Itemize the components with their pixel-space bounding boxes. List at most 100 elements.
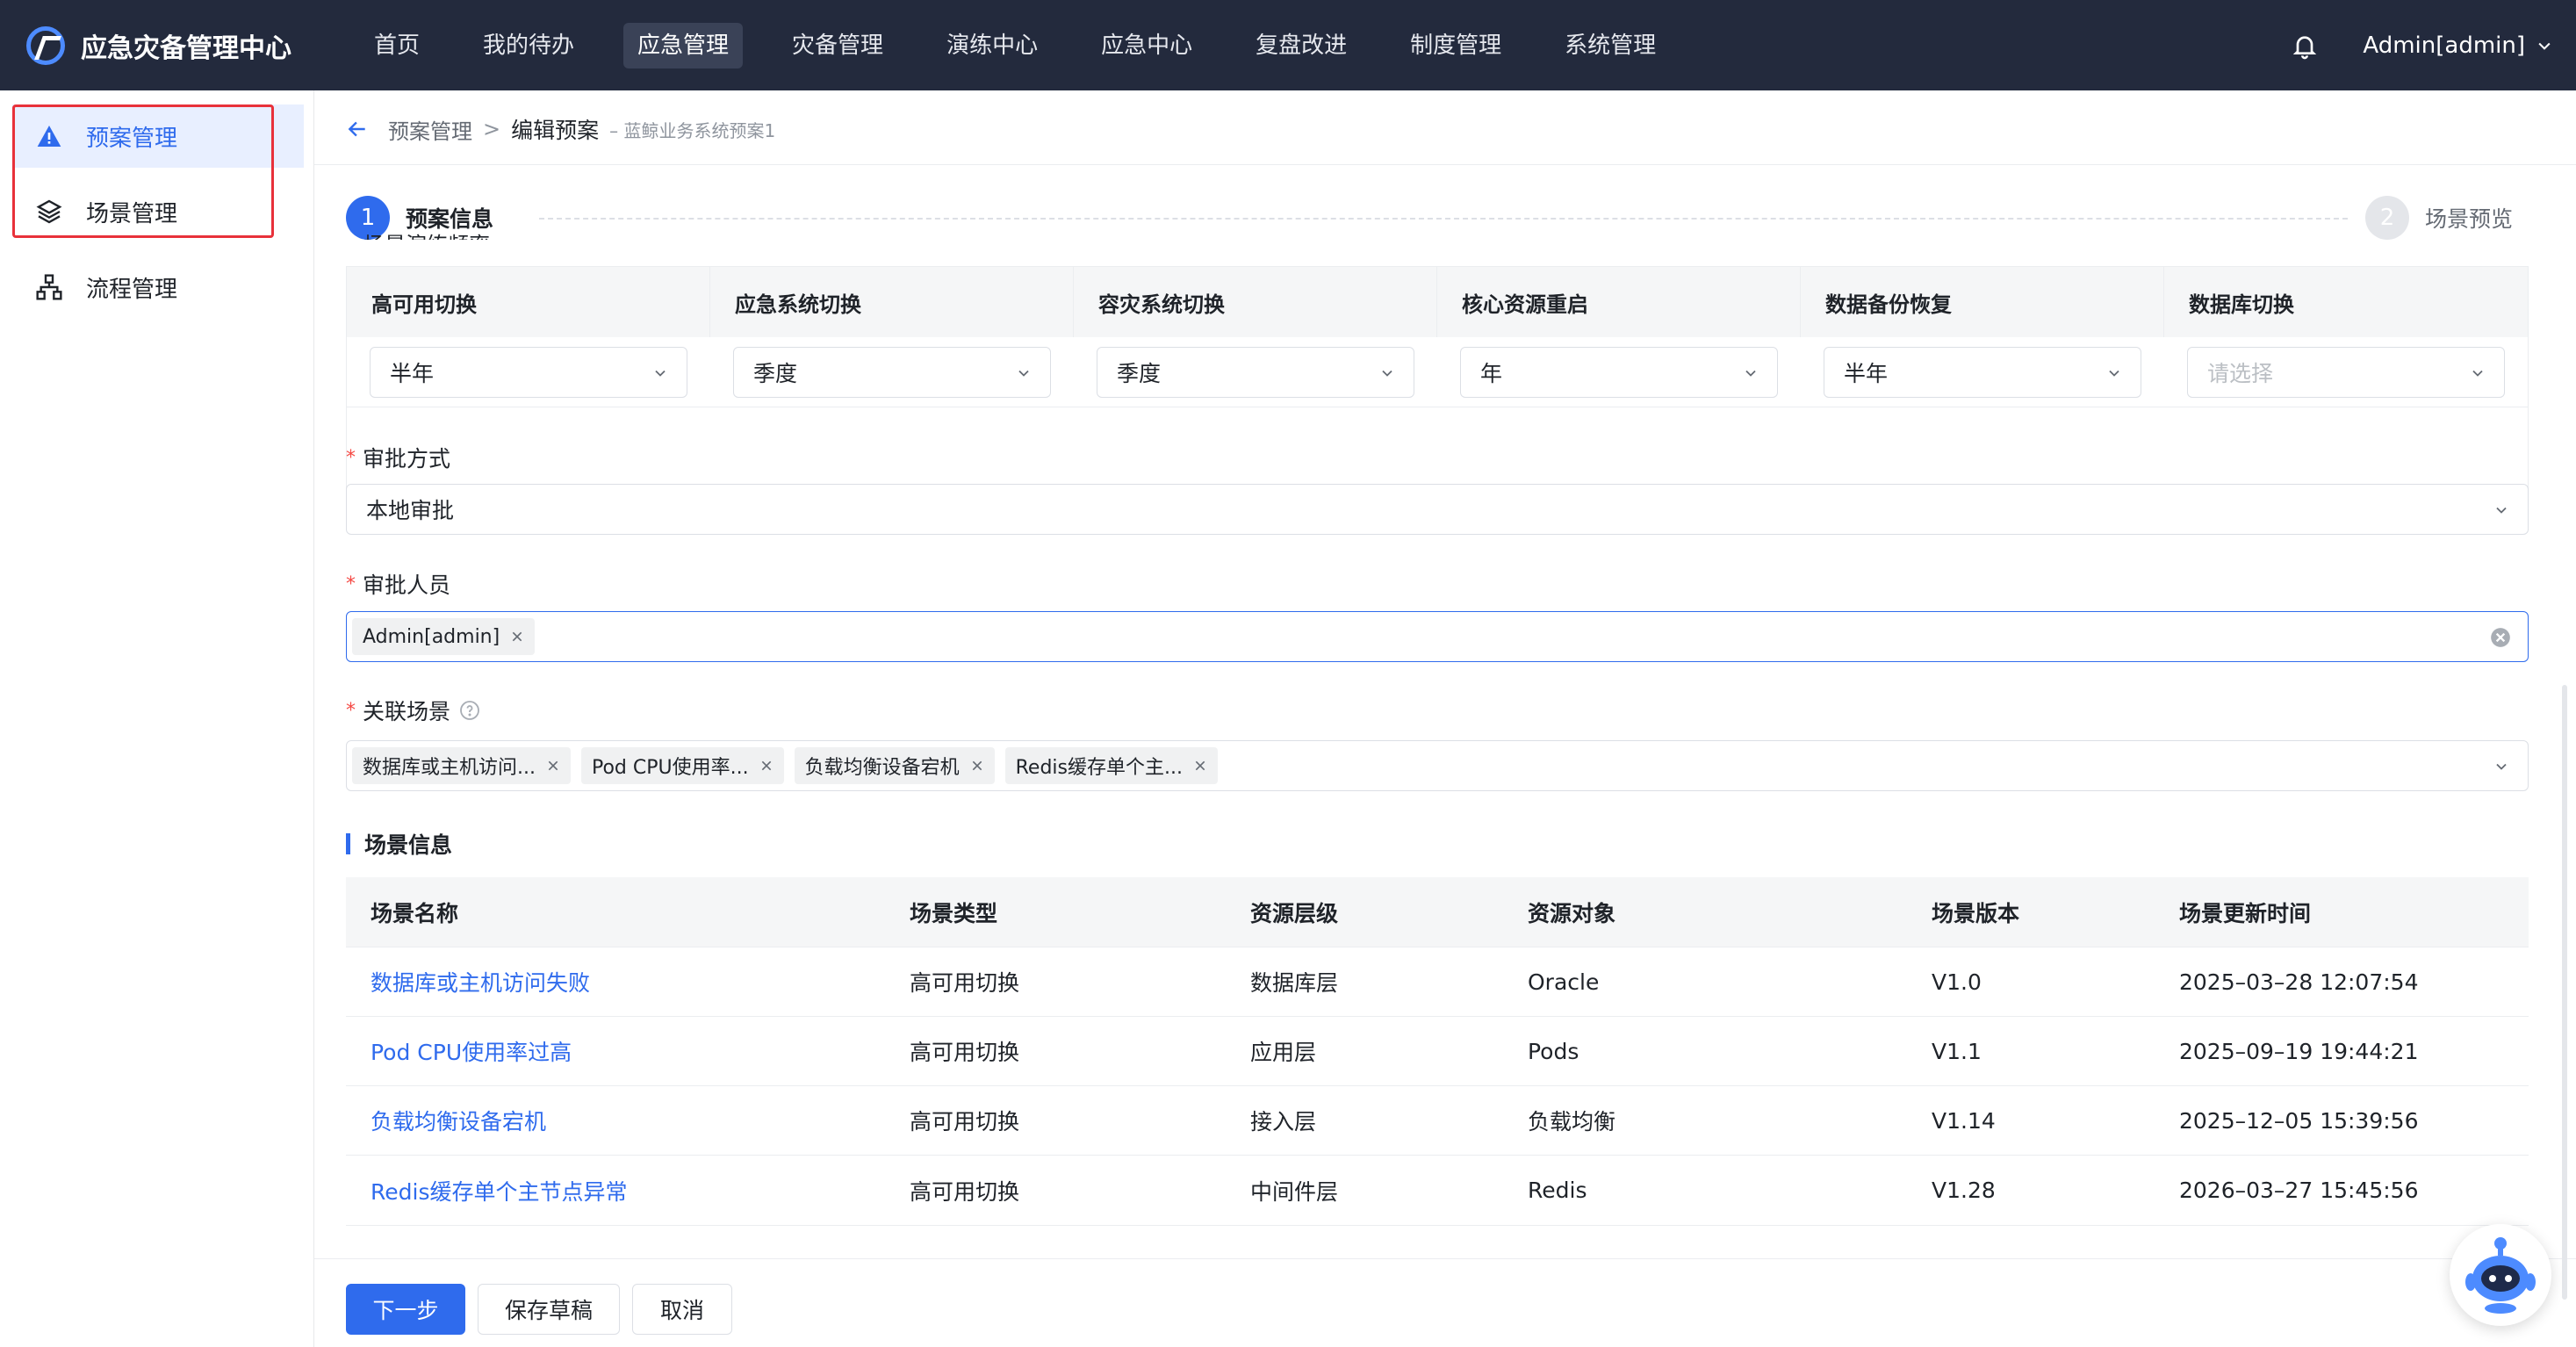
robot-icon [2465,1237,2536,1314]
table-header-row: 场景名称 场景类型 资源层级 资源对象 场景版本 场景更新时间 [346,877,2529,947]
warning-icon [37,126,61,147]
help-icon[interactable] [459,700,480,721]
user-menu[interactable]: Admin[admin] [2363,32,2553,59]
breadcrumb-separator: > [483,117,501,141]
chevron-down-icon [1382,370,1392,377]
table-row: 负载均衡设备宕机 高可用切换 接入层 负载均衡 V1.14 2025–12–05… [346,1086,2529,1156]
scrollbar[interactable] [2562,685,2567,1300]
step-scene-preview[interactable]: 2 场景预览 [2365,196,2513,240]
layers-icon [36,199,62,224]
required-mark: * [346,573,356,595]
sidebar-item-label: 预案管理 [86,125,178,152]
approvers-label: * 审批人员 [346,573,451,598]
app-logo[interactable]: 应急灾备管理中心 [0,25,360,65]
nav-item-todo[interactable]: 我的待办 [469,23,588,68]
close-icon[interactable] [970,759,984,773]
section-bar [346,833,350,854]
nav-item-emergency-management[interactable]: 应急管理 [623,22,744,68]
column-header: 容灾系统切换 [1074,267,1437,337]
column-header: 应急系统切换 [710,267,1074,337]
next-step-button[interactable]: 下一步 [346,1284,465,1335]
column-header: 数据库切换 [2189,292,2294,317]
section-title-scene-info: 场景信息 [346,828,452,860]
related-scenes-select[interactable]: 数据库或主机访问... Pod CPU使用率... 负载均衡设备宕机 Redis… [346,740,2529,791]
sidebar-item-plan-management[interactable]: 预案管理 [12,104,304,168]
save-draft-button[interactable]: 保存草稿 [478,1284,620,1335]
scene-tag: 负载均衡设备宕机 [794,747,995,784]
logo-icon [26,25,65,65]
step-connector [539,218,2348,220]
breadcrumb-parent[interactable]: 预案管理 [388,114,472,145]
nav-item-system[interactable]: 系统管理 [1551,23,1670,68]
table-row: Redis缓存单个主节点异常 高可用切换 中间件层 Redis V1.28 20… [346,1156,2529,1225]
scene-name-link[interactable]: 负载均衡设备宕机 [371,1109,546,1135]
table-cell: V1.28 [1932,1178,1996,1203]
assistant-robot-button[interactable] [2450,1224,2551,1326]
table-cell: 数据库层 [1250,970,1339,996]
frequency-select-dr-switch[interactable]: 季度 [1097,346,1414,398]
nav-item-drill-center[interactable]: 演练中心 [932,23,1052,68]
column-header: 核心资源重启 [1437,267,1801,337]
top-bar: 应急灾备管理中心 首页 我的待办 应急管理 灾备管理 演练中心 应急中心 复盘改… [0,0,2576,90]
scene-name-link[interactable]: 数据库或主机访问失败 [371,970,590,996]
table-cell: V1.0 [1932,969,1982,995]
table-cell: Pods [1528,1038,1579,1064]
table-cell: 2025–03–28 12:07:54 [2179,969,2419,995]
nav-item-disaster-recovery[interactable]: 灾备管理 [778,23,897,68]
frequency-select-db-switch[interactable]: 请选择 [2187,346,2505,398]
column-header: 资源层级 [1250,900,1339,926]
close-icon[interactable] [546,759,560,773]
table-row: 数据库或主机访问失败 高可用切换 数据库层 Oracle V1.0 2025–0… [346,947,2529,1017]
nav-item-home[interactable]: 首页 [360,23,434,68]
column-header: 高可用切换 [347,267,710,337]
bell-icon[interactable] [2291,32,2319,60]
step-label: 场景预览 [2425,206,2514,232]
required-mark: * [346,446,356,469]
nav-item-policy[interactable]: 制度管理 [1396,23,1515,68]
breadcrumb-current: 编辑预案 [511,118,600,143]
back-arrow-icon[interactable] [346,118,369,140]
frequency-label: 场景演练频率 [363,227,490,240]
scene-name-link[interactable]: Redis缓存单个主节点异常 [371,1179,627,1205]
sidebar-item-label: 场景管理 [86,200,178,227]
cancel-button[interactable]: 取消 [632,1284,732,1335]
frequency-select-core-restart[interactable]: 年 [1460,346,1778,398]
scene-name-link[interactable]: Pod CPU使用率过高 [371,1040,572,1065]
chevron-down-icon [2472,370,2483,377]
table-cell: V1.1 [1932,1038,1982,1064]
frequency-select-emergency-switch[interactable]: 季度 [733,346,1051,398]
approvers-select[interactable]: Admin[admin] [346,611,2529,662]
table-cell: 高可用切换 [910,1040,1020,1065]
breadcrumb-subtitle: – 蓝鲸业务系统预案1 [609,119,776,141]
clear-icon[interactable] [2489,626,2512,649]
scene-tag: 数据库或主机访问... [352,747,571,784]
frequency-table-header: 高可用切换 应急系统切换 容灾系统切换 核心资源重启 数据备份恢复 数据库切换 [347,267,2528,337]
main-content: 预案管理 > 编辑预案 – 蓝鲸业务系统预案1 1 预案信息 2 场景预览 场景… [314,90,2576,1347]
table-row: Pod CPU使用率过高 高可用切换 应用层 Pods V1.1 2025–09… [346,1017,2529,1086]
table-cell: 中间件层 [1250,1178,1339,1205]
nav-item-review[interactable]: 复盘改进 [1241,23,1361,68]
sidebar-item-scene-management[interactable]: 场景管理 [12,180,304,243]
steps: 1 预案信息 2 场景预览 [346,196,2550,245]
frequency-select-ha-switch[interactable]: 半年 [370,346,687,398]
nav-item-emergency-center[interactable]: 应急中心 [1087,23,1206,68]
top-nav: 首页 我的待办 应急管理 灾备管理 演练中心 应急中心 复盘改进 制度管理 系统… [360,0,1705,90]
chevron-down-icon [1745,370,1756,377]
close-icon[interactable] [1193,759,1207,773]
approval-method-select[interactable]: 本地审批 [346,484,2529,535]
table-cell: 负载均衡 [1528,1109,1616,1135]
close-icon[interactable] [759,759,774,773]
column-header: 场景更新时间 [2179,900,2312,926]
sidebar-item-flow-management[interactable]: 流程管理 [12,256,304,319]
table-cell: 接入层 [1250,1109,1317,1135]
divider [314,164,2576,165]
table-cell: 应用层 [1250,1040,1317,1065]
table-cell: 2025–09–19 19:44:21 [2179,1038,2419,1064]
user-name: Admin[admin] [2363,32,2525,59]
frequency-select-backup-restore[interactable]: 半年 [1824,346,2141,398]
close-icon[interactable] [510,630,524,644]
chevron-down-icon [2538,42,2551,50]
scene-tag: Pod CPU使用率... [580,747,784,784]
column-header: 资源对象 [1528,900,1616,926]
chevron-down-icon [2496,763,2507,770]
